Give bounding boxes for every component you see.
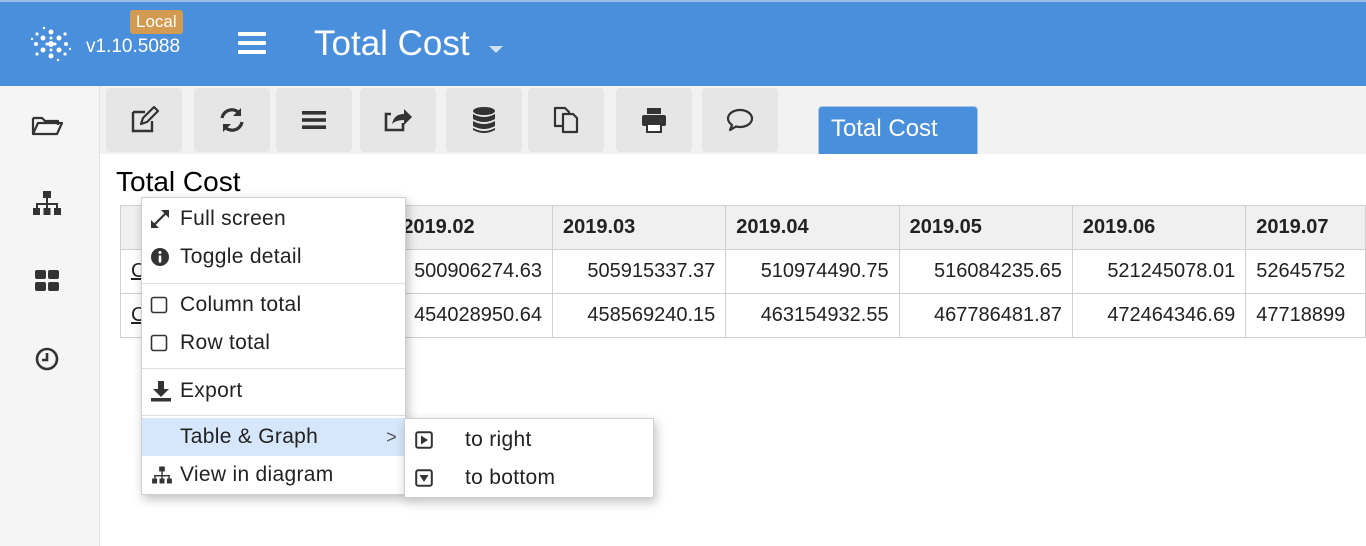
column-header[interactable]: 2019.07 bbox=[1245, 205, 1366, 250]
menu-item-column-total[interactable]: Column total bbox=[142, 286, 405, 324]
hamburger-menu-icon[interactable] bbox=[238, 32, 266, 56]
checkbox-icon bbox=[150, 296, 178, 314]
folder-open-icon[interactable] bbox=[30, 110, 64, 140]
submenu-item-to-bottom[interactable]: to bottom bbox=[405, 459, 653, 497]
refresh-button[interactable] bbox=[194, 88, 270, 152]
share-icon bbox=[384, 109, 412, 132]
sitemap-icon bbox=[150, 464, 178, 486]
table-cell: 505915337.37 bbox=[551, 249, 727, 294]
dashboard-grid-icon[interactable] bbox=[30, 266, 64, 296]
column-header[interactable]: 2019.05 bbox=[898, 205, 1073, 250]
page-title[interactable]: Total Cost bbox=[314, 24, 470, 64]
clock-icon[interactable] bbox=[30, 344, 64, 374]
table-cell: 521245078.01 bbox=[1071, 249, 1247, 294]
menu-item-view-in-diagram[interactable]: View in diagram bbox=[142, 456, 405, 494]
context-menu: Full screen Toggle detail Column total R… bbox=[141, 197, 406, 495]
table-cell: 454028950.64 bbox=[391, 293, 553, 338]
content-title: Total Cost bbox=[116, 166, 241, 197]
table-cell: 458569240.15 bbox=[551, 293, 727, 338]
tab-total-cost[interactable]: Total Cost bbox=[818, 106, 978, 154]
column-header[interactable]: 2019.06 bbox=[1071, 205, 1247, 250]
toolbar: Total Cost bbox=[100, 86, 1366, 154]
caret-square-down-icon bbox=[415, 469, 463, 487]
menu-divider bbox=[142, 283, 405, 284]
menu-item-label: Column total bbox=[180, 293, 302, 316]
menu-item-toggle-detail[interactable]: Toggle detail bbox=[142, 238, 405, 276]
column-header[interactable]: 2019.02 bbox=[391, 205, 553, 250]
edit-icon bbox=[131, 105, 159, 133]
app-logo-icon[interactable] bbox=[28, 24, 74, 64]
table-cell: 500906274.63 bbox=[391, 249, 553, 294]
menu-item-export[interactable]: Export bbox=[142, 372, 405, 410]
menu-item-label: Table & Graph bbox=[180, 425, 319, 448]
caret-square-right-icon bbox=[415, 431, 463, 449]
share-button[interactable] bbox=[360, 88, 436, 152]
table-cell: 510974490.75 bbox=[725, 249, 900, 294]
table-cell: 47718899 bbox=[1245, 293, 1366, 338]
table-cell: 463154932.55 bbox=[725, 293, 900, 338]
chevron-right-icon: > bbox=[386, 427, 397, 447]
database-button[interactable] bbox=[446, 88, 522, 152]
menu-divider bbox=[142, 368, 405, 369]
print-button[interactable] bbox=[616, 88, 692, 152]
checkbox-icon bbox=[150, 334, 178, 352]
menu-item-label: Toggle detail bbox=[180, 245, 302, 268]
print-icon bbox=[642, 108, 666, 133]
menu-item-full-screen[interactable]: Full screen bbox=[142, 200, 405, 238]
table-cell: 467786481.87 bbox=[898, 293, 1073, 338]
menu-item-table-graph[interactable]: Table & Graph > bbox=[142, 418, 405, 456]
menu-divider bbox=[142, 415, 405, 416]
left-sidebar bbox=[0, 86, 100, 546]
download-icon bbox=[150, 380, 178, 402]
top-bar: Local v1.10.5088 Total Cost bbox=[0, 0, 1366, 86]
copy-button[interactable] bbox=[528, 88, 604, 152]
environment-badge: Local bbox=[130, 10, 183, 34]
menu-item-label: View in diagram bbox=[180, 463, 334, 486]
refresh-icon bbox=[220, 108, 244, 132]
app-version: v1.10.5088 bbox=[86, 36, 181, 57]
submenu-table-graph: to right to bottom bbox=[404, 418, 654, 498]
comment-icon bbox=[726, 108, 754, 132]
menu-item-row-total[interactable]: Row total bbox=[142, 324, 405, 362]
table-cell: 472464346.69 bbox=[1071, 293, 1247, 338]
table-cell: 52645752 bbox=[1245, 249, 1366, 294]
column-header[interactable]: 2019.04 bbox=[725, 205, 900, 250]
menu-item-label: Export bbox=[180, 379, 243, 402]
menu-item-label: to right bbox=[465, 428, 532, 451]
table-cell: 516084235.65 bbox=[898, 249, 1073, 294]
menu-item-label: Row total bbox=[180, 331, 271, 354]
info-icon bbox=[150, 247, 178, 267]
menu-item-label: to bottom bbox=[465, 466, 556, 489]
menu-item-label: Full screen bbox=[180, 207, 287, 230]
database-icon bbox=[473, 107, 495, 133]
comment-button[interactable] bbox=[702, 88, 778, 152]
copy-icon bbox=[553, 106, 579, 134]
list-button[interactable] bbox=[276, 88, 352, 152]
chevron-down-icon[interactable] bbox=[489, 46, 503, 53]
sitemap-icon[interactable] bbox=[30, 188, 64, 218]
column-header[interactable]: 2019.03 bbox=[551, 205, 727, 250]
list-icon bbox=[302, 111, 326, 129]
edit-button[interactable] bbox=[106, 88, 182, 152]
expand-icon bbox=[150, 209, 178, 229]
submenu-item-to-right[interactable]: to right bbox=[405, 421, 653, 459]
